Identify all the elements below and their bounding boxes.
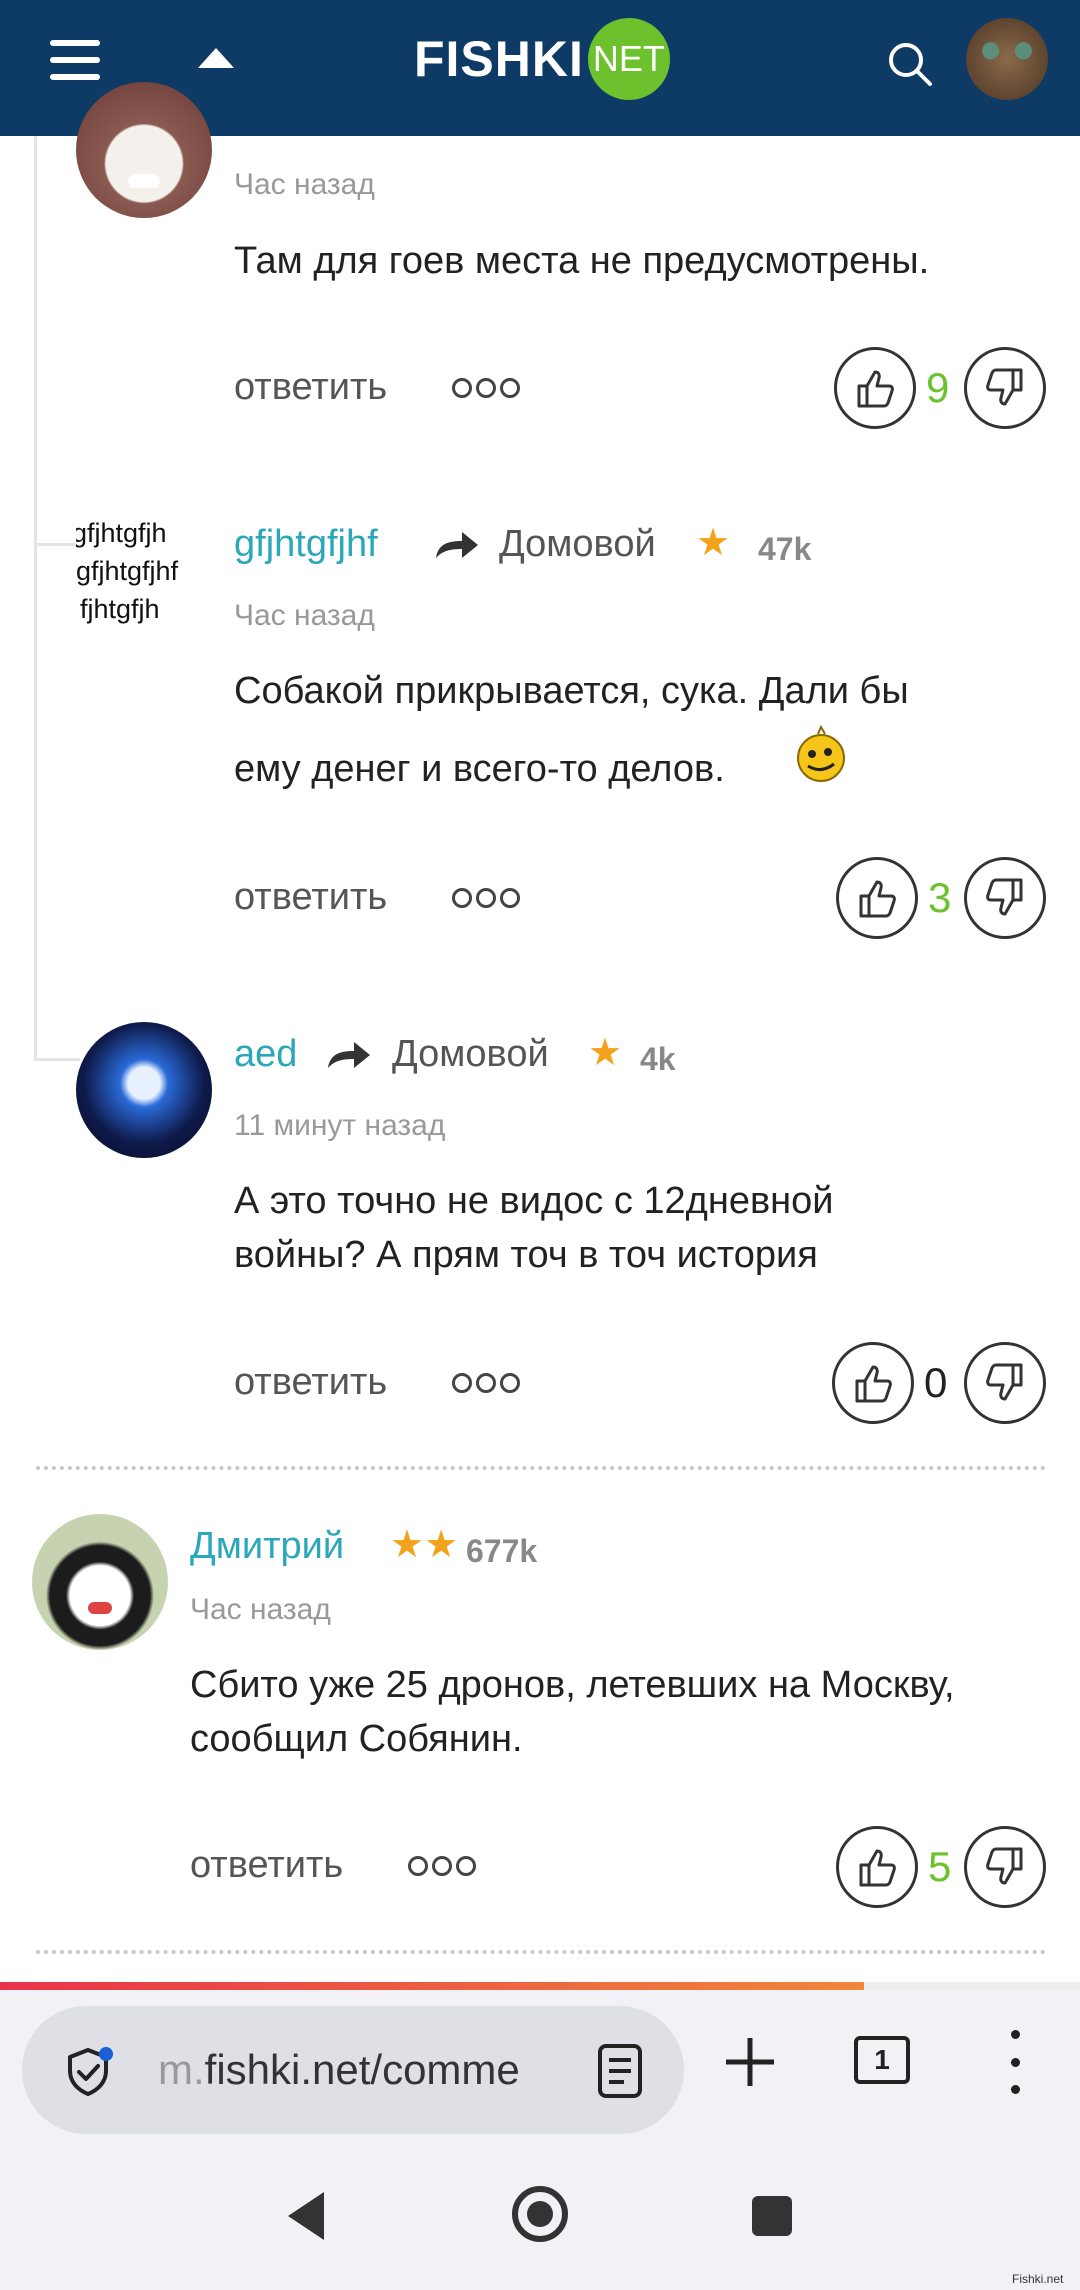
- comment-avatar[interactable]: gfjhtgfjh gfjhtgfjhf fjhtgfjh: [76, 514, 212, 650]
- logo-text: FISHKI: [414, 31, 584, 87]
- scroll-up-icon[interactable]: [198, 48, 234, 68]
- avatar-text: fjhtgfjh: [80, 594, 160, 624]
- logo-badge: NET: [587, 18, 670, 100]
- reply-arrow-icon: [436, 532, 478, 558]
- browser-toolbar: m.fishki.net/comme 1: [0, 1990, 1080, 2140]
- comment-timestamp: Час назад: [190, 1593, 331, 1626]
- tabs-count-button[interactable]: 1: [854, 2036, 910, 2084]
- comment-username[interactable]: gfjhtgfjhf: [234, 523, 378, 566]
- comment-avatar[interactable]: [76, 1022, 212, 1158]
- search-icon[interactable]: [886, 40, 934, 88]
- thumbs-up-icon: [859, 880, 896, 918]
- reply-link[interactable]: ответить: [190, 1844, 343, 1887]
- url-prefix: m.: [158, 2046, 205, 2093]
- reply-link[interactable]: ответить: [234, 876, 387, 919]
- vote-count: 5: [928, 1843, 952, 1890]
- thumbs-down-icon: [986, 1847, 1023, 1885]
- vote-count: 3: [928, 874, 952, 921]
- comment-username[interactable]: aed: [234, 1033, 297, 1076]
- comment-text: войны? А прям точ в точ история: [234, 1234, 818, 1276]
- rank-stars-icon: ★: [696, 522, 731, 564]
- downvote-button[interactable]: [964, 1342, 1046, 1424]
- karma-value: 4k: [640, 1041, 676, 1077]
- comment-avatar[interactable]: [76, 82, 212, 218]
- comment-username[interactable]: Дмитрий: [190, 1525, 344, 1568]
- reader-mode-icon[interactable]: [594, 2042, 646, 2100]
- hamburger-menu-icon[interactable]: [50, 40, 104, 80]
- upvote-button[interactable]: [836, 1826, 918, 1908]
- address-bar[interactable]: m.fishki.net/comme: [22, 2006, 684, 2134]
- upvote-button[interactable]: [832, 1342, 914, 1424]
- thumbs-up-icon: [859, 1849, 896, 1887]
- upvote-button[interactable]: [836, 857, 918, 939]
- comment-text: ему денег и всего-то делов.: [234, 748, 725, 790]
- thumbs-up-icon: [857, 370, 894, 408]
- downvote-button[interactable]: [964, 857, 1046, 939]
- thumbs-down-icon: [986, 1363, 1023, 1401]
- vote-count: 0: [924, 1359, 948, 1406]
- comment-avatar[interactable]: [32, 1514, 168, 1650]
- thread-connector: [34, 1058, 80, 1061]
- comment-text: сообщил Собянин.: [190, 1718, 523, 1760]
- page-load-progress-fill: [0, 1982, 864, 1990]
- smiley-emoji-icon: [797, 724, 845, 782]
- karma-value: 47k: [758, 531, 812, 567]
- reply-link[interactable]: ответить: [234, 1361, 387, 1404]
- avatar-text: gfjhtgfjhf: [76, 556, 179, 586]
- new-tab-plus-icon[interactable]: [722, 2034, 778, 2090]
- reply-arrow-icon: [328, 1042, 370, 1068]
- watermark: Fishki.net: [1012, 2272, 1064, 2286]
- more-options-icon[interactable]: [452, 1373, 520, 1393]
- site-logo[interactable]: FISHKI NET: [414, 18, 670, 100]
- comment-separator: [36, 1950, 1046, 1954]
- thumbs-up-icon: [855, 1365, 892, 1403]
- downvote-button[interactable]: [964, 347, 1046, 429]
- thread-line: [34, 136, 37, 1060]
- comment-text: Там для гоев места не предусмотрены.: [234, 240, 930, 282]
- reply-target-username[interactable]: Домовой: [392, 1033, 549, 1076]
- page-load-progress: [0, 1982, 1080, 1990]
- back-icon[interactable]: [288, 2192, 324, 2240]
- avatar-text: gfjhtgfjh: [76, 518, 167, 548]
- comment-timestamp: 11 минут назад: [234, 1109, 446, 1142]
- rank-stars-icon: ★★: [390, 1524, 459, 1566]
- browser-menu-icon[interactable]: [1000, 2030, 1030, 2094]
- thumbs-down-icon: [986, 368, 1023, 406]
- comment-text: А это точно не видос с 12дневной: [234, 1180, 834, 1222]
- more-options-icon[interactable]: [408, 1856, 476, 1876]
- comment-text: Сбито уже 25 дронов, летевших на Москву,: [190, 1664, 955, 1706]
- thumbs-down-icon: [986, 878, 1023, 916]
- comment-timestamp: Час назад: [234, 599, 375, 632]
- comment-timestamp: Час назад: [234, 168, 375, 201]
- thread-connector: [34, 543, 80, 546]
- comment-text: Собакой прикрывается, сука. Дали бы: [234, 670, 909, 712]
- recent-apps-icon[interactable]: [752, 2196, 792, 2236]
- more-options-icon[interactable]: [452, 888, 520, 908]
- downvote-button[interactable]: [964, 1826, 1046, 1908]
- url-domain: fishki.net/comme: [204, 2046, 520, 2093]
- system-nav-bar: [0, 2140, 1080, 2290]
- rank-star-icon: ★: [588, 1032, 623, 1074]
- karma-value: 677k: [466, 1533, 538, 1569]
- url-text[interactable]: m.fishki.net/comme: [158, 2046, 568, 2094]
- shield-check-icon[interactable]: [60, 2044, 116, 2100]
- vote-count: 9: [926, 364, 950, 411]
- reply-link[interactable]: ответить: [234, 366, 387, 409]
- more-options-icon[interactable]: [452, 378, 520, 398]
- home-icon[interactable]: [512, 2186, 568, 2242]
- user-avatar[interactable]: [966, 18, 1048, 100]
- upvote-button[interactable]: [834, 347, 916, 429]
- reply-target-username[interactable]: Домовой: [499, 523, 656, 566]
- comment-separator: [36, 1466, 1046, 1470]
